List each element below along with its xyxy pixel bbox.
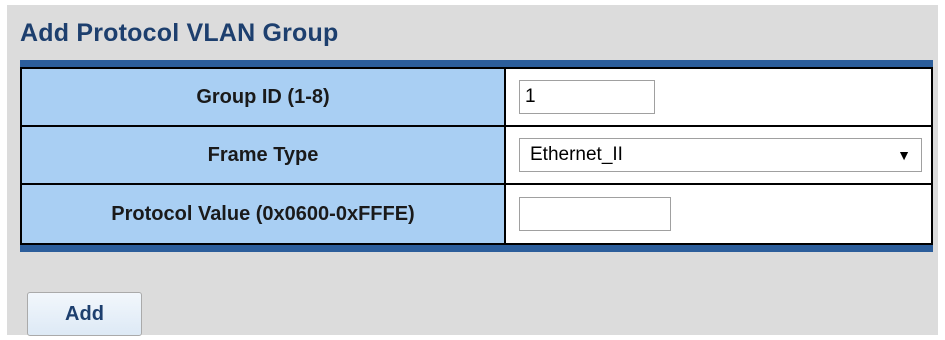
group-id-label: Group ID (1-8)	[22, 69, 506, 125]
group-id-row: Group ID (1-8)	[20, 67, 933, 125]
frame-type-cell: Ethernet_II ▼	[506, 127, 931, 183]
frame-type-selected-value: Ethernet_II	[530, 144, 623, 165]
add-button[interactable]: Add	[27, 292, 142, 336]
frame-type-select[interactable]: Ethernet_II ▼	[519, 138, 922, 172]
group-id-input[interactable]	[519, 80, 655, 114]
frame-type-row: Frame Type Ethernet_II ▼	[20, 125, 933, 183]
protocol-value-input[interactable]	[519, 197, 671, 231]
page-title: Add Protocol VLAN Group	[20, 19, 339, 47]
dropdown-arrow-icon: ▼	[897, 147, 911, 163]
group-id-cell	[506, 69, 931, 125]
protocol-value-label: Protocol Value (0x0600-0xFFFE)	[22, 185, 506, 243]
protocol-vlan-group-form: Group ID (1-8) Frame Type Ethernet_II ▼ …	[20, 60, 933, 252]
content-panel: Add Protocol VLAN Group Group ID (1-8) F…	[7, 5, 938, 336]
protocol-value-row: Protocol Value (0x0600-0xFFFE)	[20, 183, 933, 245]
protocol-value-cell	[506, 185, 931, 243]
frame-type-label: Frame Type	[22, 127, 506, 183]
